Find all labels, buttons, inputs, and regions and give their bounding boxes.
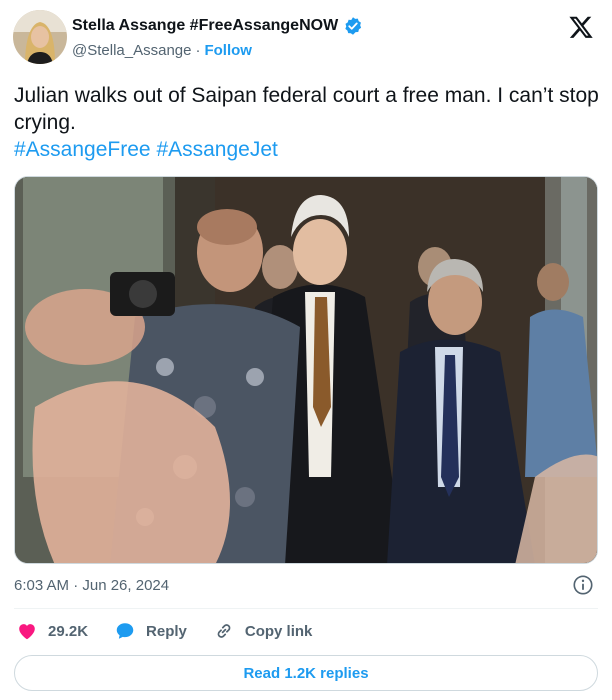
copy-link-button[interactable]: Copy link: [213, 620, 313, 642]
reply-bubble-icon: [114, 620, 136, 642]
like-button[interactable]: 29.2K: [16, 620, 88, 642]
author-handle[interactable]: @Stella_Assange: [72, 42, 191, 59]
tweet-embed: Stella Assange #FreeAssangeNOW @Stella_A…: [0, 0, 612, 700]
like-count: 29.2K: [48, 622, 89, 640]
author-name-row: Stella Assange #FreeAssangeNOW: [72, 16, 363, 36]
follow-button[interactable]: Follow: [204, 42, 252, 59]
tweet-timestamp[interactable]: 6:03 AM · Jun 26, 2024: [14, 577, 169, 594]
tweet-body: Julian walks out of Saipan federal court…: [14, 84, 599, 134]
read-replies-button[interactable]: Read 1.2K replies: [14, 655, 598, 691]
reply-label: Reply: [146, 622, 187, 640]
tweet-text: Julian walks out of Saipan federal court…: [14, 82, 599, 163]
action-bar: 29.2K Reply Copy link: [16, 620, 338, 642]
avatar[interactable]: [13, 10, 67, 64]
heart-icon: [16, 620, 38, 642]
hashtag-list: #AssangeFree #AssangeJet: [14, 136, 599, 163]
hashtag-assangejet[interactable]: #AssangeJet: [156, 138, 277, 161]
divider: [14, 608, 598, 609]
info-icon[interactable]: [572, 574, 594, 596]
hashtag-assangefree[interactable]: #AssangeFree: [14, 138, 151, 161]
reply-button[interactable]: Reply: [114, 620, 187, 642]
display-name[interactable]: Stella Assange #FreeAssangeNOW: [72, 17, 338, 35]
separator-dot: ·: [195, 42, 201, 59]
link-icon: [213, 620, 235, 642]
x-logo-icon[interactable]: [568, 14, 594, 40]
copy-link-label: Copy link: [244, 622, 313, 640]
handle-row: @Stella_Assange · Follow: [72, 42, 252, 59]
verified-badge-icon: [343, 16, 363, 36]
tweet-photo[interactable]: [14, 176, 598, 564]
